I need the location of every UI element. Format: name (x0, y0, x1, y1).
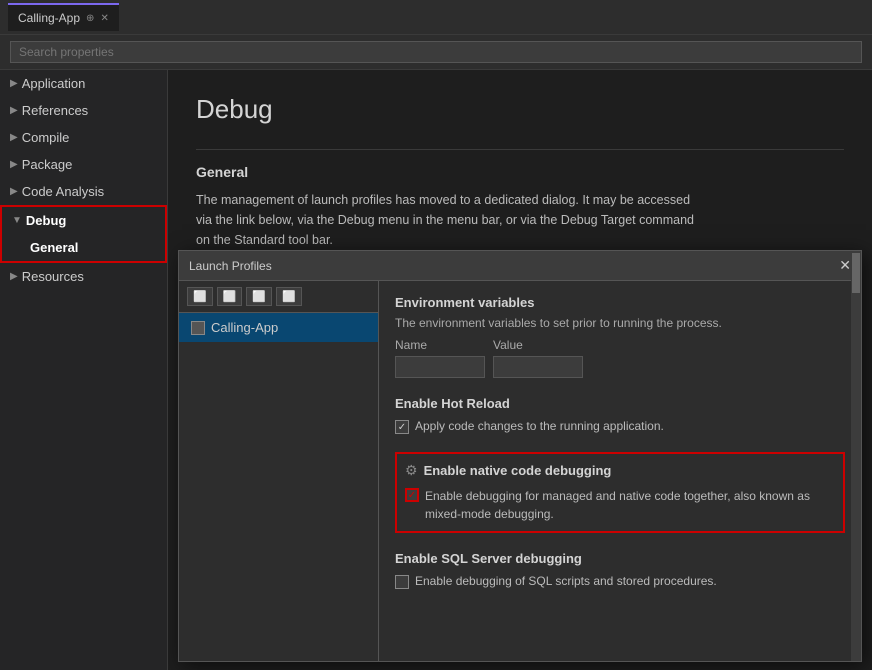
scrollbar-thumb (852, 253, 860, 293)
sidebar-item-label: Compile (22, 130, 70, 145)
sidebar-item-debug[interactable]: ▼ Debug (2, 207, 165, 234)
arrow-icon: ▶ (10, 186, 18, 197)
env-title: Environment variables (395, 295, 845, 310)
arrow-icon: ▼ (12, 215, 22, 226)
sidebar-item-label: Debug (26, 213, 66, 228)
env-value-input[interactable] (493, 356, 583, 378)
env-name-header: Name (395, 338, 485, 352)
native-title-row: ⚙ Enable native code debugging (405, 462, 835, 479)
title-tab[interactable]: Calling-App ⊕ ✕ (8, 3, 119, 31)
hot-reload-checkbox-row: Apply code changes to the running applic… (395, 419, 845, 434)
general-description: The management of launch profiles has mo… (196, 190, 696, 250)
gear-icon: ⚙ (405, 462, 418, 479)
sidebar-item-label: Package (22, 157, 73, 172)
sidebar-item-label: Application (22, 76, 86, 91)
dialog-close-button[interactable]: ✕ (839, 257, 851, 274)
profile-icon (191, 321, 205, 335)
content-area: Debug General The management of launch p… (168, 70, 872, 670)
dialog-header: Launch Profiles ✕ (179, 251, 861, 281)
search-input[interactable] (10, 41, 862, 63)
dialog-right-panel: Environment variables The environment va… (379, 281, 861, 661)
env-name-col: Name (395, 338, 485, 378)
arrow-icon: ▶ (10, 78, 18, 89)
toolbar-btn-2[interactable]: ⬜ (217, 287, 243, 306)
general-section-title: General (196, 164, 844, 180)
env-value-col: Value (493, 338, 583, 378)
title-bar: Calling-App ⊕ ✕ (0, 0, 872, 35)
dialog-toolbar: ⬜ ⬜ ⬜ ⬜ (179, 281, 378, 313)
profile-name: Calling-App (211, 320, 278, 335)
sidebar-item-compile[interactable]: ▶ Compile (0, 124, 167, 151)
native-title: Enable native code debugging (424, 463, 612, 478)
hot-reload-checkbox[interactable] (395, 420, 409, 434)
sidebar-item-general[interactable]: General (2, 234, 165, 261)
arrow-icon: ▶ (10, 271, 18, 282)
native-checkbox-row: Enable debugging for managed and native … (405, 487, 835, 523)
sidebar-item-references[interactable]: ▶ References (0, 97, 167, 124)
hot-reload-title: Enable Hot Reload (395, 396, 845, 411)
sidebar-item-resources[interactable]: ▶ Resources (0, 263, 167, 290)
pin-icon: ⊕ (86, 13, 94, 24)
env-description: The environment variables to set prior t… (395, 316, 845, 330)
tab-name: Calling-App (18, 11, 80, 25)
sidebar: ▶ Application ▶ References ▶ Compile ▶ P… (0, 70, 168, 670)
hot-reload-section: Enable Hot Reload Apply code changes to … (395, 396, 845, 434)
sidebar-item-package[interactable]: ▶ Package (0, 151, 167, 178)
page-title: Debug (196, 94, 844, 125)
arrow-icon: ▶ (10, 105, 18, 116)
sidebar-item-label: Code Analysis (22, 184, 104, 199)
dialog-title: Launch Profiles (189, 259, 272, 273)
toolbar-btn-4[interactable]: ⬜ (276, 287, 302, 306)
toolbar-btn-3[interactable]: ⬜ (246, 287, 272, 306)
toolbar-btn-1[interactable]: ⬜ (187, 287, 213, 306)
sidebar-item-application[interactable]: ▶ Application (0, 70, 167, 97)
dialog-left-panel: ⬜ ⬜ ⬜ ⬜ Calling-App (179, 281, 379, 661)
sql-title: Enable SQL Server debugging (395, 551, 845, 566)
hot-reload-label: Apply code changes to the running applic… (415, 419, 664, 433)
env-variables-section: Environment variables The environment va… (395, 295, 845, 378)
launch-profiles-dialog: Launch Profiles ✕ ⬜ ⬜ ⬜ ⬜ Calling-App (178, 250, 862, 662)
native-debugging-checkbox[interactable] (405, 488, 419, 502)
sidebar-item-label: General (30, 240, 78, 255)
dialog-body: ⬜ ⬜ ⬜ ⬜ Calling-App Environment variable… (179, 281, 861, 661)
arrow-icon: ▶ (10, 132, 18, 143)
sidebar-item-label: Resources (22, 269, 84, 284)
env-name-input[interactable] (395, 356, 485, 378)
close-tab-button[interactable]: ✕ (100, 13, 108, 24)
sidebar-item-label: References (22, 103, 88, 118)
divider (196, 149, 844, 150)
env-value-header: Value (493, 338, 583, 352)
dialog-scrollbar[interactable] (851, 251, 861, 661)
arrow-icon: ▶ (10, 159, 18, 170)
sql-checkbox-row: Enable debugging of SQL scripts and stor… (395, 574, 845, 589)
search-bar (0, 35, 872, 70)
native-debugging-section: ⚙ Enable native code debugging Enable de… (395, 452, 845, 533)
sql-debugging-checkbox[interactable] (395, 575, 409, 589)
profile-item-calling-app[interactable]: Calling-App (179, 313, 378, 342)
env-table: Name Value (395, 338, 845, 378)
native-description: Enable debugging for managed and native … (425, 487, 835, 523)
sql-debugging-section: Enable SQL Server debugging Enable debug… (395, 551, 845, 589)
sidebar-item-code-analysis[interactable]: ▶ Code Analysis (0, 178, 167, 205)
sql-description: Enable debugging of SQL scripts and stor… (415, 574, 717, 588)
main-layout: ▶ Application ▶ References ▶ Compile ▶ P… (0, 70, 872, 670)
